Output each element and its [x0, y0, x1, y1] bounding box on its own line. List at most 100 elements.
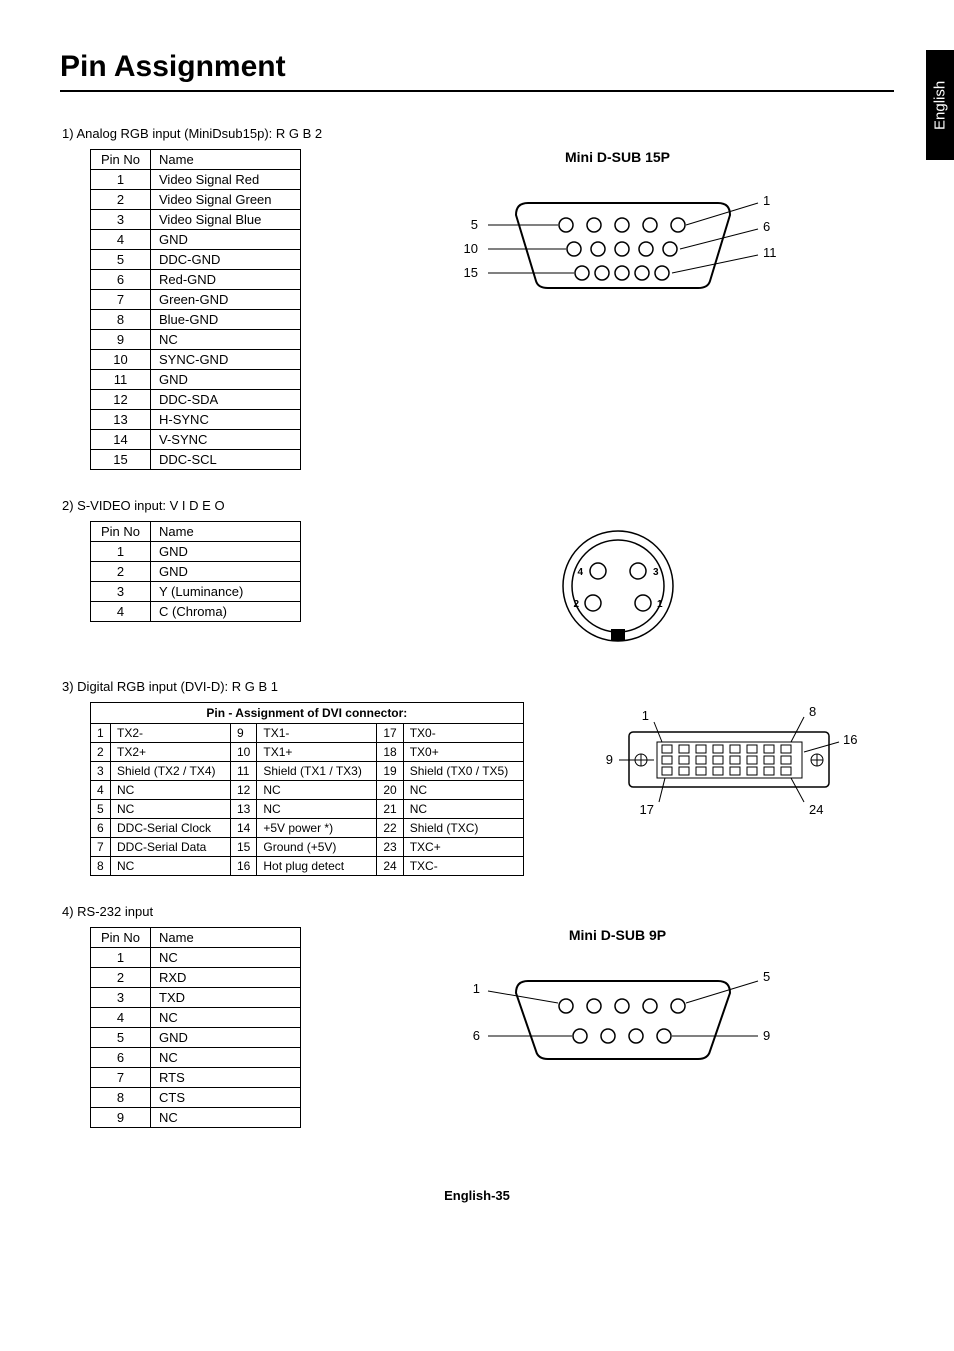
- table-row: 7RTS: [91, 1068, 301, 1088]
- name-cell: DDC-Serial Data: [111, 838, 231, 857]
- pin-cell: 24: [377, 857, 403, 876]
- table-row: 1Video Signal Red: [91, 170, 301, 190]
- table-row: 14V-SYNC: [91, 430, 301, 450]
- svg-text:9: 9: [606, 752, 613, 767]
- name-cell: Video Signal Red: [151, 170, 301, 190]
- pin-cell: 1: [91, 948, 151, 968]
- svg-text:3: 3: [653, 567, 659, 578]
- pin-cell: 14: [231, 819, 257, 838]
- table-row: 3TXD: [91, 988, 301, 1008]
- name-cell: DDC-SDA: [151, 390, 301, 410]
- name-cell: NC: [257, 781, 377, 800]
- pin-cell: 2: [91, 190, 151, 210]
- pin-cell: 10: [91, 350, 151, 370]
- table-row: 2Video Signal Green: [91, 190, 301, 210]
- svg-text:16: 16: [843, 732, 857, 747]
- name-cell: Shield (TX2 / TX4): [111, 762, 231, 781]
- pin-cell: 13: [231, 800, 257, 819]
- section1-label: 1) Analog RGB input (MiniDsub15p): R G B…: [62, 126, 894, 141]
- pin-cell: 3: [91, 988, 151, 1008]
- name-cell: NC: [403, 800, 523, 819]
- name-cell: TX0-: [403, 724, 523, 743]
- svideo-table: Pin No Name 1GND2GND3Y (Luminance)4C (Ch…: [90, 521, 301, 622]
- table-row: 5GND: [91, 1028, 301, 1048]
- svg-text:1: 1: [642, 708, 649, 723]
- name-cell: NC: [111, 781, 231, 800]
- name-cell: GND: [151, 1028, 301, 1048]
- name-cell: Hot plug detect: [257, 857, 377, 876]
- section-rs232: 4) RS-232 input Pin No Name 1NC2RXD3TXD4…: [60, 904, 894, 1128]
- table-row: 8NC16Hot plug detect24TXC-: [91, 857, 524, 876]
- table-row: 6Red-GND: [91, 270, 301, 290]
- pin-cell: 22: [377, 819, 403, 838]
- name-cell: DDC-SCL: [151, 450, 301, 470]
- pin-cell: 8: [91, 310, 151, 330]
- pin-cell: 15: [231, 838, 257, 857]
- pin-cell: 2: [91, 743, 111, 762]
- name-cell: TX1+: [257, 743, 377, 762]
- table-row: 8CTS: [91, 1088, 301, 1108]
- name-cell: TXC+: [403, 838, 523, 857]
- pin-cell: 23: [377, 838, 403, 857]
- name-cell: DDC-Serial Clock: [111, 819, 231, 838]
- name-cell: Shield (TX0 / TX5): [403, 762, 523, 781]
- name-cell: Red-GND: [151, 270, 301, 290]
- pin-cell: 3: [91, 762, 111, 781]
- pin-cell: 4: [91, 230, 151, 250]
- svg-text:2: 2: [573, 599, 579, 610]
- section-dvi: 3) Digital RGB input (DVI-D): R G B 1 Pi…: [60, 679, 894, 876]
- svg-text:17: 17: [639, 802, 653, 817]
- svg-text:8: 8: [809, 704, 816, 719]
- name-cell: TX2+: [111, 743, 231, 762]
- name-cell: GND: [151, 370, 301, 390]
- name-cell: RTS: [151, 1068, 301, 1088]
- name-cell: NC: [151, 330, 301, 350]
- name-cell: Ground (+5V): [257, 838, 377, 857]
- table-row: 1TX2-9TX1-17TX0-: [91, 724, 524, 743]
- name-cell: NC: [151, 1048, 301, 1068]
- name-cell: GND: [151, 542, 301, 562]
- pin-cell: 7: [91, 290, 151, 310]
- table-header-name: Name: [151, 522, 301, 542]
- name-cell: Y (Luminance): [151, 582, 301, 602]
- pin-cell: 8: [91, 857, 111, 876]
- table-row: 4NC12NC20NC: [91, 781, 524, 800]
- pin-cell: 3: [91, 582, 151, 602]
- name-cell: TXD: [151, 988, 301, 1008]
- pin-cell: 21: [377, 800, 403, 819]
- table-header-pin: Pin No: [91, 522, 151, 542]
- svg-text:4: 4: [577, 567, 583, 578]
- pin-cell: 1: [91, 170, 151, 190]
- name-cell: CTS: [151, 1088, 301, 1108]
- name-cell: TX0+: [403, 743, 523, 762]
- pin-cell: 7: [91, 1068, 151, 1088]
- pin-cell: 17: [377, 724, 403, 743]
- svg-text:1: 1: [472, 981, 479, 996]
- pin-cell: 5: [91, 250, 151, 270]
- dsub9-title: Mini D-SUB 9P: [458, 927, 778, 943]
- pin-cell: 9: [231, 724, 257, 743]
- name-cell: Video Signal Blue: [151, 210, 301, 230]
- pin-cell: 9: [91, 330, 151, 350]
- pin-cell: 20: [377, 781, 403, 800]
- table-header-name: Name: [151, 928, 301, 948]
- pin-cell: 13: [91, 410, 151, 430]
- name-cell: TX1-: [257, 724, 377, 743]
- table-row: 5NC13NC21NC: [91, 800, 524, 819]
- svg-text:10: 10: [463, 241, 477, 256]
- dvi-caption: Pin - Assignment of DVI connector:: [90, 702, 524, 723]
- pin-cell: 18: [377, 743, 403, 762]
- pin-cell: 14: [91, 430, 151, 450]
- pin-cell: 1: [91, 542, 151, 562]
- table-header-pin: Pin No: [91, 150, 151, 170]
- pin-cell: 5: [91, 800, 111, 819]
- table-row: 4C (Chroma): [91, 602, 301, 622]
- dsub9-diagram: Mini D-SUB 9P: [341, 927, 894, 1081]
- table-row: 9NC: [91, 1108, 301, 1128]
- table-row: 8Blue-GND: [91, 310, 301, 330]
- name-cell: GND: [151, 230, 301, 250]
- name-cell: RXD: [151, 968, 301, 988]
- section-svideo: 2) S-VIDEO input: V I D E O Pin No Name …: [60, 498, 894, 651]
- name-cell: NC: [151, 948, 301, 968]
- name-cell: H-SYNC: [151, 410, 301, 430]
